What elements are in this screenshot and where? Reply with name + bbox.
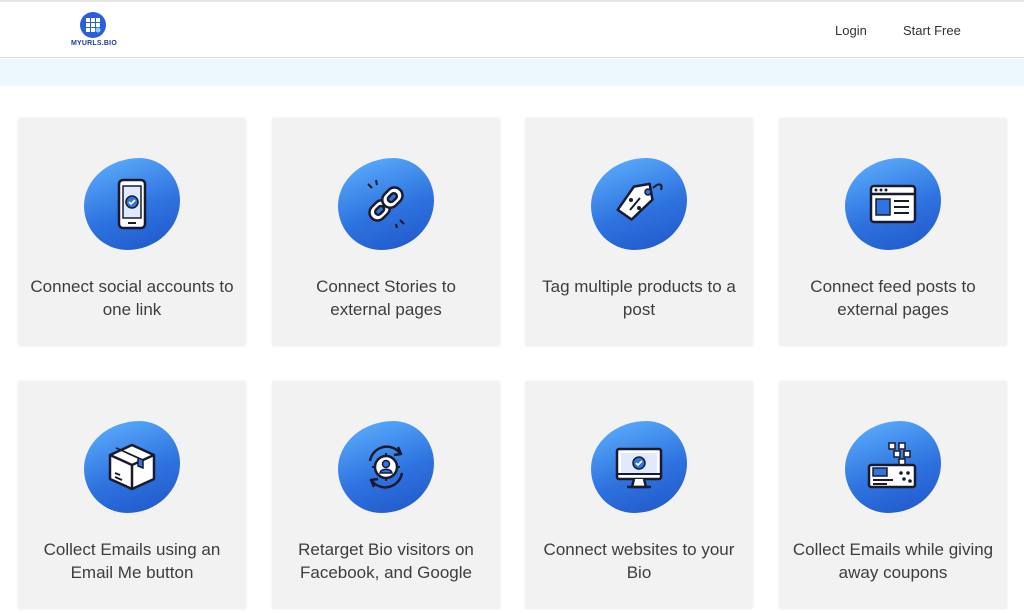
features-grid: Connect social accounts to one link Conn…: [18, 118, 1007, 613]
logo[interactable]: MYURLS.BIO: [71, 12, 117, 52]
feature-card-tag-products[interactable]: Tag multiple products to a post: [525, 118, 753, 346]
feature-card-social-accounts[interactable]: Connect social accounts to one link: [18, 118, 246, 346]
feature-label: Connect websites to your Bio: [543, 540, 735, 582]
logo-grid-icon: [80, 12, 106, 38]
feature-label: Collect Emails while giving away coupons: [792, 540, 994, 582]
browser-window-icon: [845, 158, 941, 250]
feature-label: Connect feed posts to external pages: [810, 277, 976, 319]
feature-card-stories[interactable]: Connect Stories to external pages: [272, 118, 500, 346]
feature-label: Connect social accounts to one link: [30, 277, 234, 319]
feature-label: Retarget Bio visitors on Facebook, and G…: [298, 540, 474, 582]
feature-label: Tag multiple products to a post: [542, 277, 736, 319]
info-banner: [0, 59, 1024, 86]
monitor-check-icon: [591, 421, 687, 513]
coupon-card-icon: [845, 421, 941, 513]
retarget-user-icon: [338, 421, 434, 513]
feature-card-coupons[interactable]: Collect Emails while giving away coupons: [779, 381, 1007, 609]
feature-card-websites[interactable]: Connect websites to your Bio: [525, 381, 753, 609]
logo-text: MYURLS.BIO: [71, 40, 117, 47]
feature-card-retarget[interactable]: Retarget Bio visitors on Facebook, and G…: [272, 381, 500, 609]
feature-label: Connect Stories to external pages: [316, 277, 456, 319]
login-link[interactable]: Login: [835, 23, 867, 38]
price-tag-icon: [591, 158, 687, 250]
package-box-icon: [84, 421, 180, 513]
chain-link-icon: [338, 158, 434, 250]
feature-card-email-me[interactable]: Collect Emails using an Email Me button: [18, 381, 246, 609]
feature-label: Collect Emails using an Email Me button: [43, 540, 221, 582]
start-free-link[interactable]: Start Free: [903, 23, 961, 38]
feature-card-feed-posts[interactable]: Connect feed posts to external pages: [779, 118, 1007, 346]
smartphone-check-icon: [84, 158, 180, 250]
navbar: MYURLS.BIO Login Start Free: [0, 2, 1024, 58]
